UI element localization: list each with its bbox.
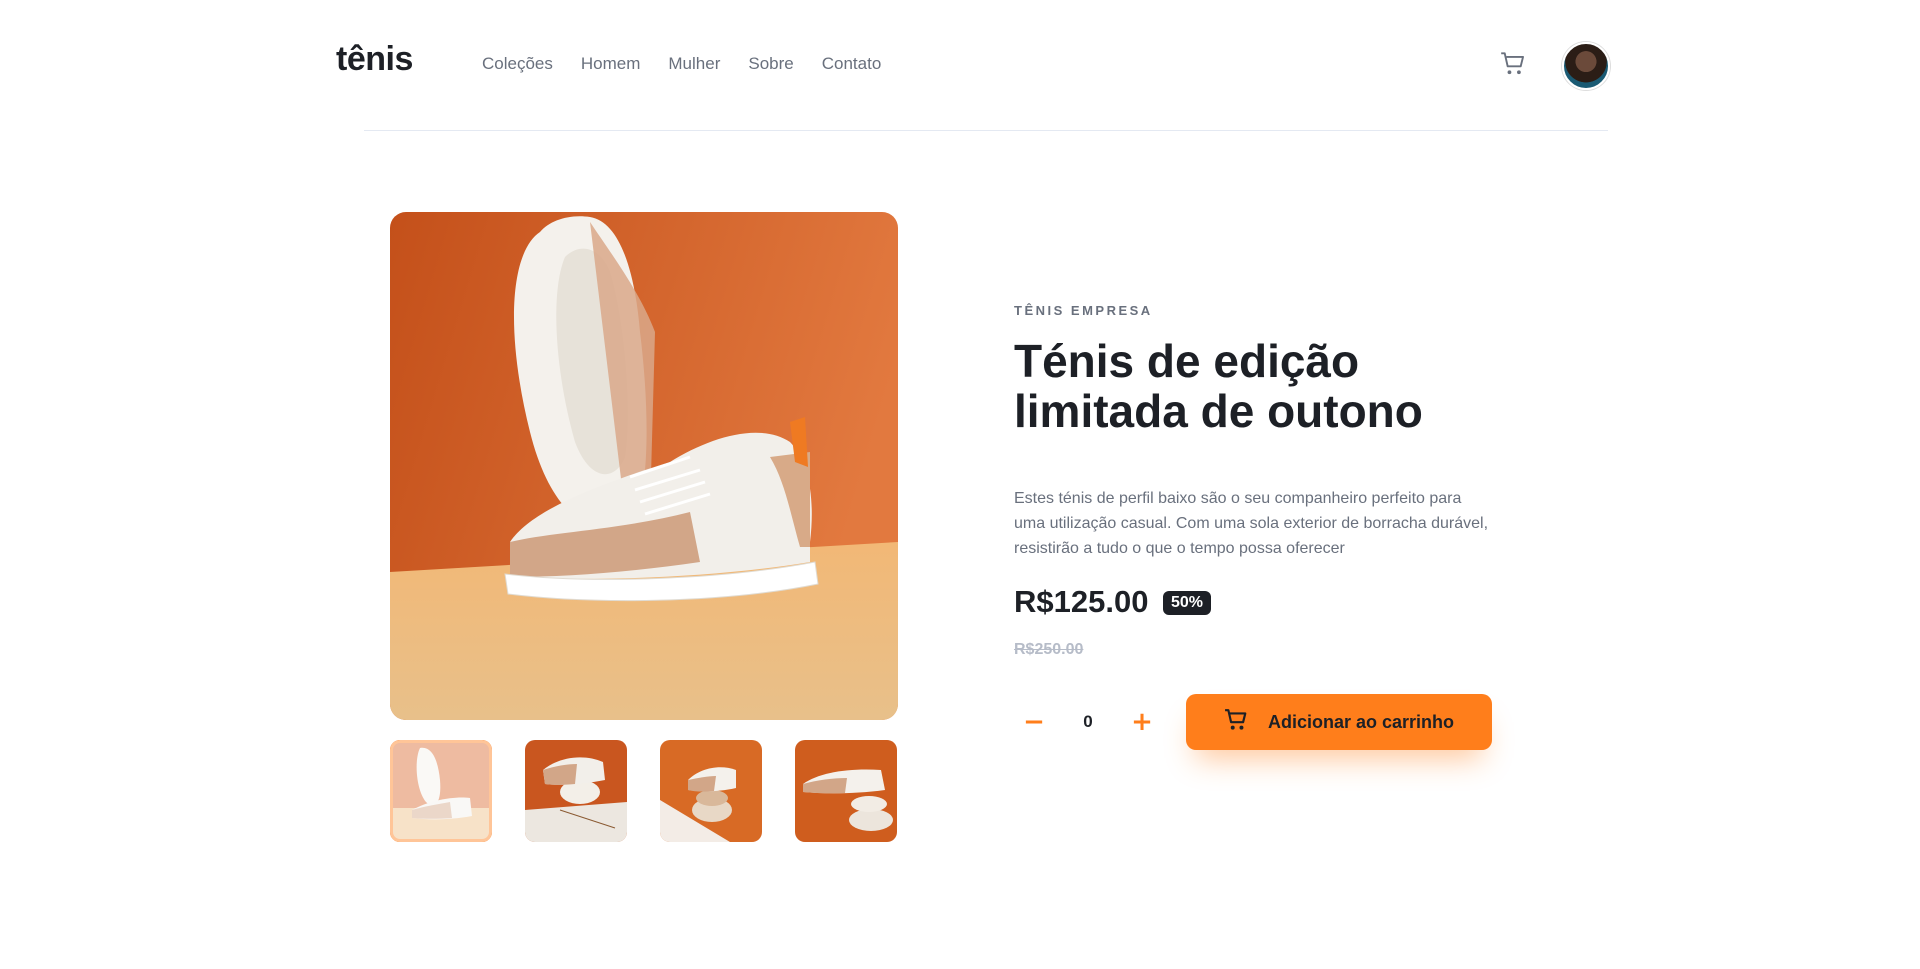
current-price: R$125.00 (1014, 584, 1149, 619)
product-main-image[interactable] (390, 212, 898, 720)
add-to-cart-button[interactable]: Adicionar ao carrinho (1186, 694, 1492, 750)
nav-link-contato[interactable]: Contato (822, 54, 882, 74)
nav-link-sobre[interactable]: Sobre (748, 54, 793, 74)
discount-badge: 50% (1163, 591, 1212, 615)
thumbnail-list (390, 740, 897, 842)
nav-link-mulher[interactable]: Mulher (668, 54, 720, 74)
product-description: Estes ténis de perfil baixo são o seu co… (1014, 490, 1489, 557)
quantity-stepper: − 0 + (1014, 694, 1162, 750)
logo[interactable]: tênis (336, 40, 413, 79)
original-price: R$250.00 (1014, 641, 1084, 658)
plus-icon[interactable]: + (1122, 702, 1162, 742)
product-title: Ténis de edição limitada de outono (1014, 335, 1423, 437)
site-header: tênis Coleções Homem Mulher Sobre Contat… (336, 0, 1610, 131)
minus-icon[interactable]: − (1014, 702, 1054, 742)
thumbnail-4[interactable] (795, 740, 897, 842)
brand-label: TÊNIS EMPRESA (1014, 303, 1153, 318)
thumbnail-1[interactable] (390, 740, 492, 842)
cart-icon (1224, 708, 1248, 736)
cart-icon[interactable] (1500, 52, 1526, 78)
user-avatar[interactable] (1562, 42, 1610, 90)
quantity-value: 0 (1083, 712, 1093, 731)
thumbnail-3[interactable] (660, 740, 762, 842)
thumbnail-2[interactable] (525, 740, 627, 842)
add-to-cart-label: Adicionar ao carrinho (1267, 711, 1455, 732)
main-nav: Coleções Homem Mulher Sobre Contato (482, 54, 881, 74)
nav-link-colecoes[interactable]: Coleções (482, 54, 553, 74)
nav-link-homem[interactable]: Homem (581, 54, 641, 74)
